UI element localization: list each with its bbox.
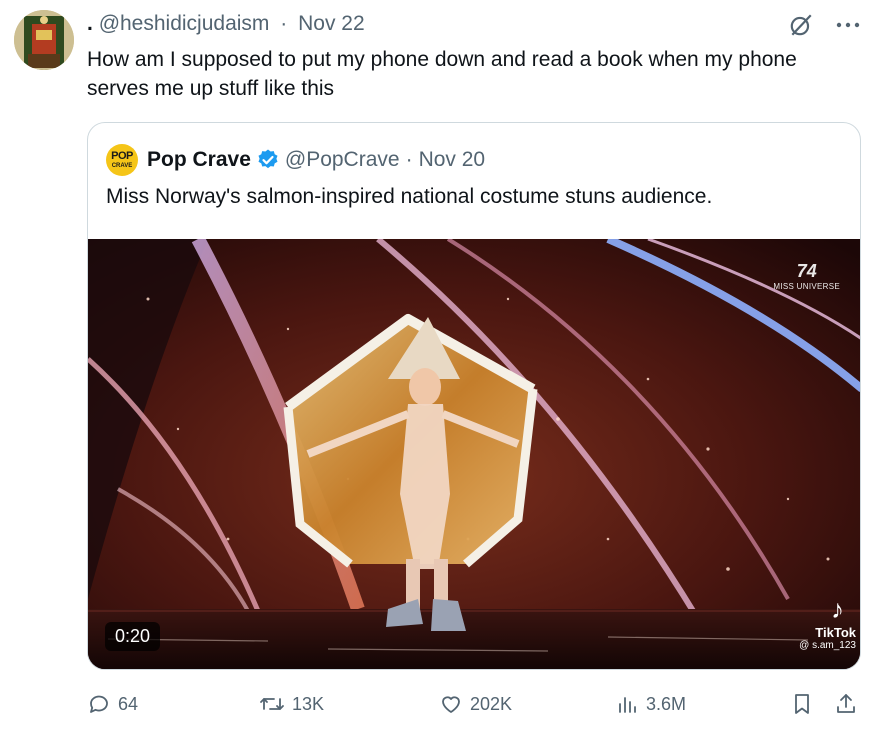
reply-count: 64 — [118, 693, 139, 714]
share-icon — [834, 692, 858, 716]
tweet-text: How am I supposed to put my phone down a… — [87, 48, 797, 100]
more-icon[interactable] — [836, 21, 860, 29]
avatar[interactable] — [14, 10, 74, 70]
quoted-author-handle[interactable]: @PopCrave — [285, 148, 400, 172]
views-button[interactable]: 3.6M — [615, 692, 686, 716]
tweet-top-icons — [788, 12, 860, 38]
repost-button[interactable]: 13K — [259, 692, 324, 716]
miss-universe-text: MISS UNIVERSE — [773, 282, 840, 291]
avatar-logo-text: POP — [111, 150, 133, 162]
like-button[interactable]: 202K — [439, 692, 512, 716]
bookmark-icon — [790, 692, 814, 716]
avatar-logo-subtext: CRAVE — [111, 163, 133, 169]
author-handle[interactable]: @heshidicjudaism — [99, 12, 270, 35]
bookmark-button[interactable] — [790, 692, 814, 716]
verified-badge-icon — [256, 148, 280, 172]
grok-icon[interactable] — [788, 12, 814, 38]
tiktok-user: @ s.am_123 — [799, 640, 856, 651]
share-button[interactable] — [834, 692, 858, 716]
like-count: 202K — [470, 693, 513, 714]
miss-universe-number: 74 — [796, 261, 817, 281]
tweet-actions: 64 13K 202K 3.6M — [87, 692, 862, 720]
separator-dot: · — [280, 12, 288, 35]
like-icon — [439, 692, 463, 716]
quoted-tweet-text: Miss Norway's salmon-inspired national c… — [106, 185, 713, 208]
reply-icon — [87, 692, 111, 716]
views-count: 3.6M — [646, 693, 687, 714]
video-frame — [88, 239, 860, 669]
tweet: . @heshidicjudaism · Nov 22 How am I sup… — [0, 0, 876, 734]
separator-dot: · — [405, 148, 413, 171]
tiktok-watermark: ♪ TikTok @ s.am_123 — [799, 594, 856, 651]
quoted-tweet[interactable]: POP CRAVE Pop Crave @PopCrave · Nov 20 M… — [87, 122, 861, 670]
reply-button[interactable]: 64 — [87, 692, 138, 716]
popcrave-avatar[interactable]: POP CRAVE — [106, 144, 138, 176]
video-duration: 0:20 — [105, 622, 161, 651]
tweet-header: . @heshidicjudaism · Nov 22 — [87, 12, 365, 36]
miss-universe-logo: 74 MISS UNIVERSE — [773, 261, 840, 291]
repost-icon — [259, 692, 285, 716]
author-name[interactable]: . — [87, 12, 93, 35]
quoted-tweet-header: POP CRAVE Pop Crave @PopCrave · Nov 20 — [106, 144, 485, 176]
views-icon — [615, 692, 639, 716]
quoted-author-name[interactable]: Pop Crave — [147, 148, 251, 172]
tweet-date[interactable]: Nov 22 — [298, 12, 365, 35]
repost-count: 13K — [292, 693, 325, 714]
quoted-tweet-date[interactable]: Nov 20 — [419, 148, 486, 172]
tiktok-icon: ♪ — [831, 594, 845, 624]
video-player[interactable]: 74 MISS UNIVERSE 0:20 ♪ TikTok @ s.am_12… — [88, 239, 860, 669]
tiktok-name: TikTok — [815, 625, 856, 640]
